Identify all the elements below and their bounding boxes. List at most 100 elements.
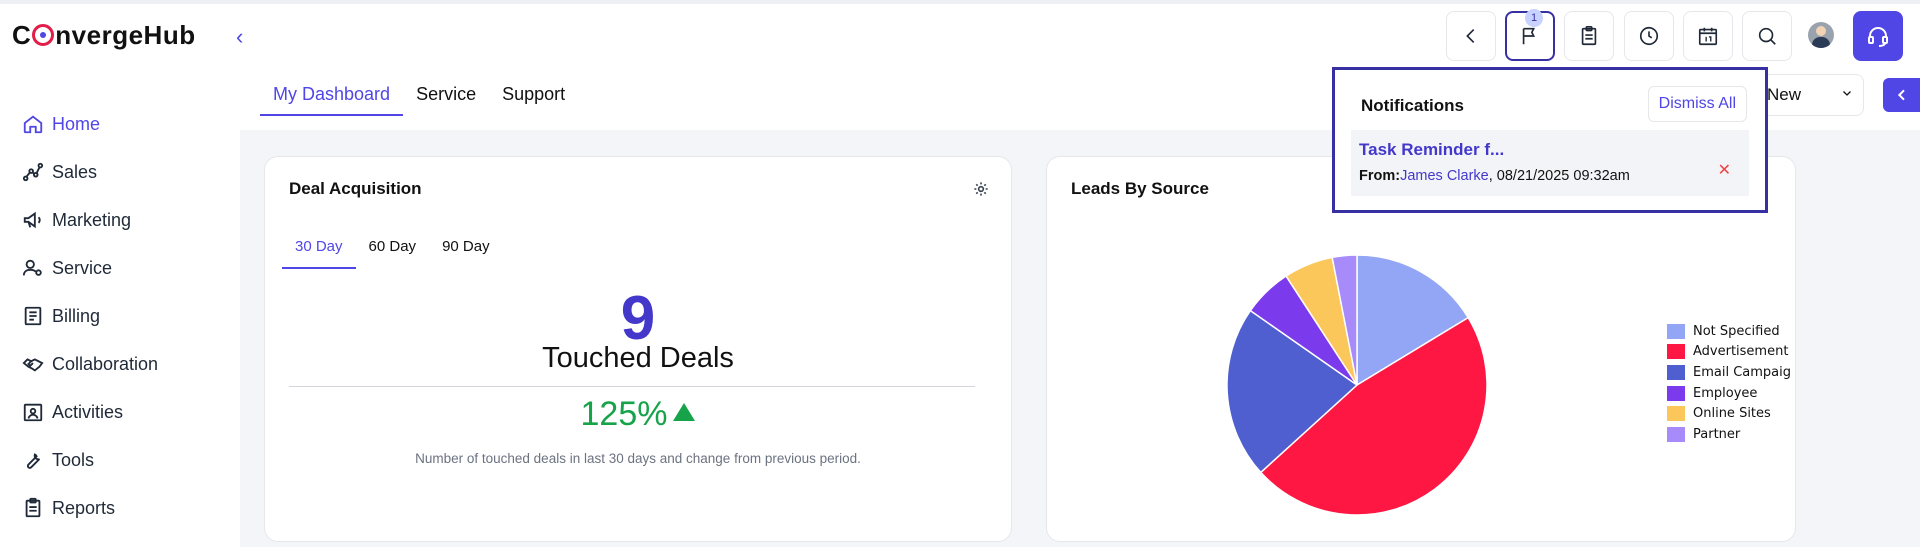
legend-label: Employee	[1693, 385, 1758, 401]
sidebar-item-home[interactable]: Home	[0, 100, 240, 148]
user-gear-icon	[22, 259, 42, 276]
top-border	[0, 0, 1920, 4]
tab-my-dashboard[interactable]: My Dashboard	[260, 72, 404, 116]
history-button[interactable]	[1624, 11, 1674, 61]
app-logo[interactable]: CnvergeHub	[12, 18, 196, 52]
notification-title[interactable]: Task Reminder f...	[1359, 140, 1504, 160]
sidebar-item-label: Collaboration	[52, 353, 159, 374]
clock-icon	[1639, 26, 1659, 46]
home-icon	[23, 115, 43, 134]
sidebar-item-billing[interactable]: Billing	[0, 292, 240, 340]
gear-icon[interactable]	[973, 181, 989, 197]
sidebar-item-tools[interactable]: Tools	[0, 436, 240, 484]
chevron-left-icon	[1466, 28, 1475, 44]
card-title: Leads By Source	[1071, 179, 1209, 198]
sidebar-item-label: Sales	[52, 161, 98, 182]
legend-swatch	[1667, 406, 1685, 422]
legend-item[interactable]: Advertisement	[1667, 342, 1791, 363]
notifications-panel: Notifications Dismiss All Task Reminder …	[1332, 67, 1768, 213]
sidebar-item-label: Home	[52, 113, 101, 134]
tasks-button[interactable]	[1564, 11, 1614, 61]
sidebar-item-label: Billing	[52, 305, 101, 326]
notifications-panel-body: Notifications Dismiss All Task Reminder …	[1343, 76, 1757, 204]
legend-item[interactable]: Not Specified	[1667, 321, 1791, 342]
legend-label: Partner	[1693, 426, 1741, 442]
notification-item[interactable]: Task Reminder f... From:James Clarke, 08…	[1351, 130, 1749, 196]
sidebar-item-marketing[interactable]: Marketing	[0, 196, 240, 244]
sidebar-item-label: Reports	[52, 497, 116, 518]
notification-meta: From:James Clarke, 08/21/2025 09:32am	[1359, 168, 1630, 184]
back-button[interactable]	[1446, 11, 1496, 61]
sidebar-item-activities[interactable]: Activities	[0, 388, 240, 436]
legend-swatch	[1667, 364, 1685, 380]
notifications-title: Notifications	[1361, 96, 1464, 115]
sidebar-item-service[interactable]: Service	[0, 244, 240, 292]
legend-swatch	[1667, 426, 1685, 442]
search-icon	[1758, 27, 1776, 45]
sidebar-item-label: Marketing	[52, 209, 132, 230]
divider	[289, 386, 975, 387]
sidebar-collapse-chevron-icon[interactable]: ‹	[236, 24, 243, 50]
logo-text-pre: C	[12, 19, 32, 50]
legend-label: Advertisement	[1693, 344, 1789, 360]
change-percent: 125%	[580, 395, 668, 433]
legend-swatch	[1667, 344, 1685, 360]
megaphone-icon	[23, 211, 41, 229]
legend-label: Online Sites	[1693, 406, 1771, 422]
tab-90-day[interactable]: 90 Day	[429, 227, 503, 269]
legend-label: Email Campaig	[1693, 364, 1791, 380]
right-panel-toggle[interactable]	[1883, 78, 1920, 112]
tab-60-day[interactable]: 60 Day	[356, 227, 430, 269]
notifications-button[interactable]: 1	[1505, 9, 1555, 61]
legend-item[interactable]: Email Campaig	[1667, 362, 1791, 383]
touched-deals-label: Touched Deals	[542, 342, 734, 374]
legend-item[interactable]: Online Sites	[1667, 403, 1791, 424]
new-dropdown[interactable]: New	[1756, 74, 1864, 116]
card-title: Deal Acquisition	[289, 179, 422, 198]
logo-mark-icon	[32, 24, 55, 46]
sidebar-item-label: Service	[52, 257, 113, 278]
leads-pie-chart	[1226, 254, 1488, 516]
sidebar-item-sales[interactable]: Sales	[0, 148, 240, 196]
chart-legend: Not Specified Advertisement Email Campaig E…	[1667, 321, 1791, 445]
sidebar: Home Sales Marketing Service Billing Col…	[0, 100, 240, 532]
handshake-icon	[22, 358, 44, 372]
sidebar-item-label: Activities	[52, 401, 124, 422]
wrench-icon	[26, 453, 41, 469]
card-description: Number of touched deals in last 30 days …	[415, 451, 861, 466]
calendar-button[interactable]	[1683, 11, 1733, 61]
chevron-down-icon	[1843, 91, 1851, 96]
notification-count-badge: 1	[1525, 9, 1543, 27]
support-button[interactable]	[1853, 11, 1903, 61]
deal-acquisition-card: Deal Acquisition 30 Day 60 Day 90 Day 9 …	[264, 156, 1012, 542]
arrow-up-icon	[673, 403, 696, 421]
sender-name[interactable]: James Clarke	[1400, 168, 1489, 184]
legend-item[interactable]: Partner	[1667, 424, 1791, 445]
close-icon[interactable]: ✕	[1718, 160, 1731, 180]
change-indicator: 125%	[265, 395, 1011, 434]
receipt-icon	[24, 306, 42, 326]
headset-icon	[1868, 27, 1888, 47]
logo-text-post: nvergeHub	[55, 19, 196, 50]
clipboard-icon	[1581, 26, 1597, 46]
leads-by-source-card: Leads By Source Not Specified Advertiseme…	[1046, 156, 1796, 542]
legend-item[interactable]: Employee	[1667, 383, 1791, 404]
search-button[interactable]	[1742, 11, 1792, 61]
flag-icon	[1522, 27, 1536, 45]
calendar-person-icon	[23, 403, 43, 422]
calendar-icon	[1698, 27, 1718, 46]
dashboard-tabs: My Dashboard Service Support	[260, 72, 578, 116]
clipboard-icon	[25, 497, 41, 518]
legend-swatch	[1667, 323, 1685, 339]
user-avatar[interactable]	[1808, 22, 1834, 48]
period-tabs: 30 Day 60 Day 90 Day	[282, 227, 503, 269]
legend-swatch	[1667, 385, 1685, 401]
sidebar-item-collaboration[interactable]: Collaboration	[0, 340, 240, 388]
tab-service[interactable]: Service	[403, 72, 489, 116]
sidebar-item-reports[interactable]: Reports	[0, 484, 240, 532]
tab-30-day[interactable]: 30 Day	[282, 227, 356, 269]
sales-chart-icon	[22, 162, 44, 182]
dismiss-all-button[interactable]: Dismiss All	[1647, 86, 1747, 122]
chevron-left-icon	[1897, 89, 1905, 101]
tab-support[interactable]: Support	[489, 72, 578, 116]
